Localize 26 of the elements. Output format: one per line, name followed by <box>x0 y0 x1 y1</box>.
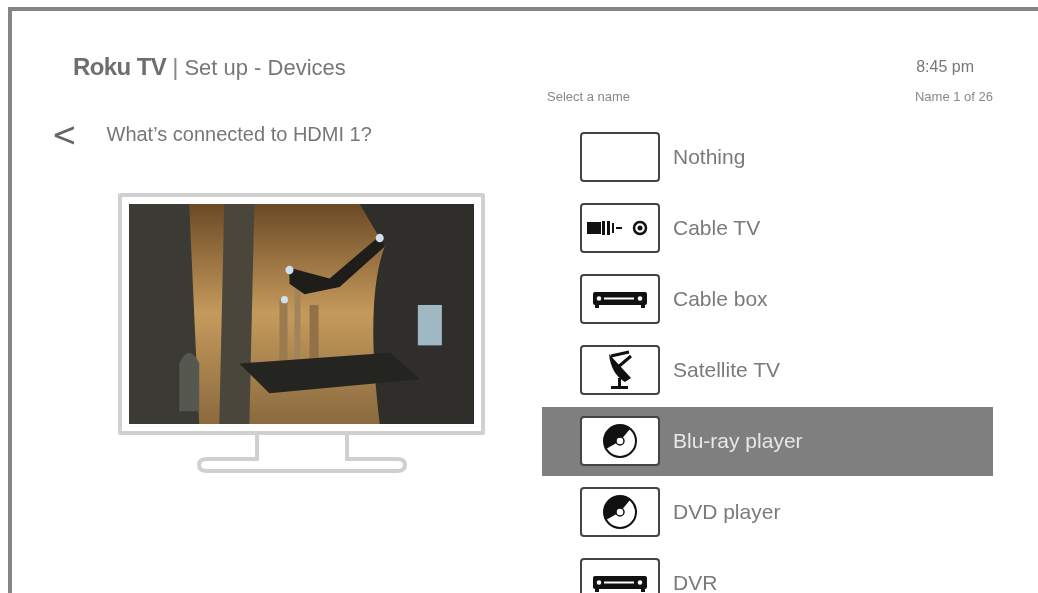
device-option[interactable]: Cable TV <box>542 193 993 263</box>
page-title: Set up - Devices <box>184 54 346 82</box>
device-option[interactable]: DVR <box>542 548 993 593</box>
device-label: Cable TV <box>673 215 761 242</box>
device-label: DVR <box>673 570 718 593</box>
set-top-box-icon <box>592 289 648 309</box>
device-option[interactable]: Satellite TV <box>542 335 993 405</box>
clock-time: 8:45 pm <box>916 57 974 77</box>
back-button[interactable]: < <box>51 117 78 151</box>
device-option[interactable]: DVD player <box>542 477 993 547</box>
set-top-box-icon <box>592 573 648 593</box>
disc-icon <box>602 423 638 459</box>
disc-icon <box>602 494 638 530</box>
list-counter: Name 1 of 26 <box>914 88 993 106</box>
question-text: What’s connected to HDMI 1? <box>106 122 372 147</box>
title-separator: | <box>172 52 179 82</box>
device-option[interactable]: Blu-ray player <box>542 406 993 476</box>
device-label: Nothing <box>673 144 746 171</box>
list-caption: Select a name <box>547 88 631 106</box>
device-option[interactable]: Nothing <box>542 122 993 192</box>
brand-logo: Roku TV <box>73 52 167 82</box>
device-label: Satellite TV <box>673 357 780 384</box>
device-label: Cable box <box>673 286 768 313</box>
device-label: Blu-ray player <box>673 428 803 455</box>
device-label: DVD player <box>673 499 781 526</box>
device-option[interactable]: Cable box <box>542 264 993 334</box>
